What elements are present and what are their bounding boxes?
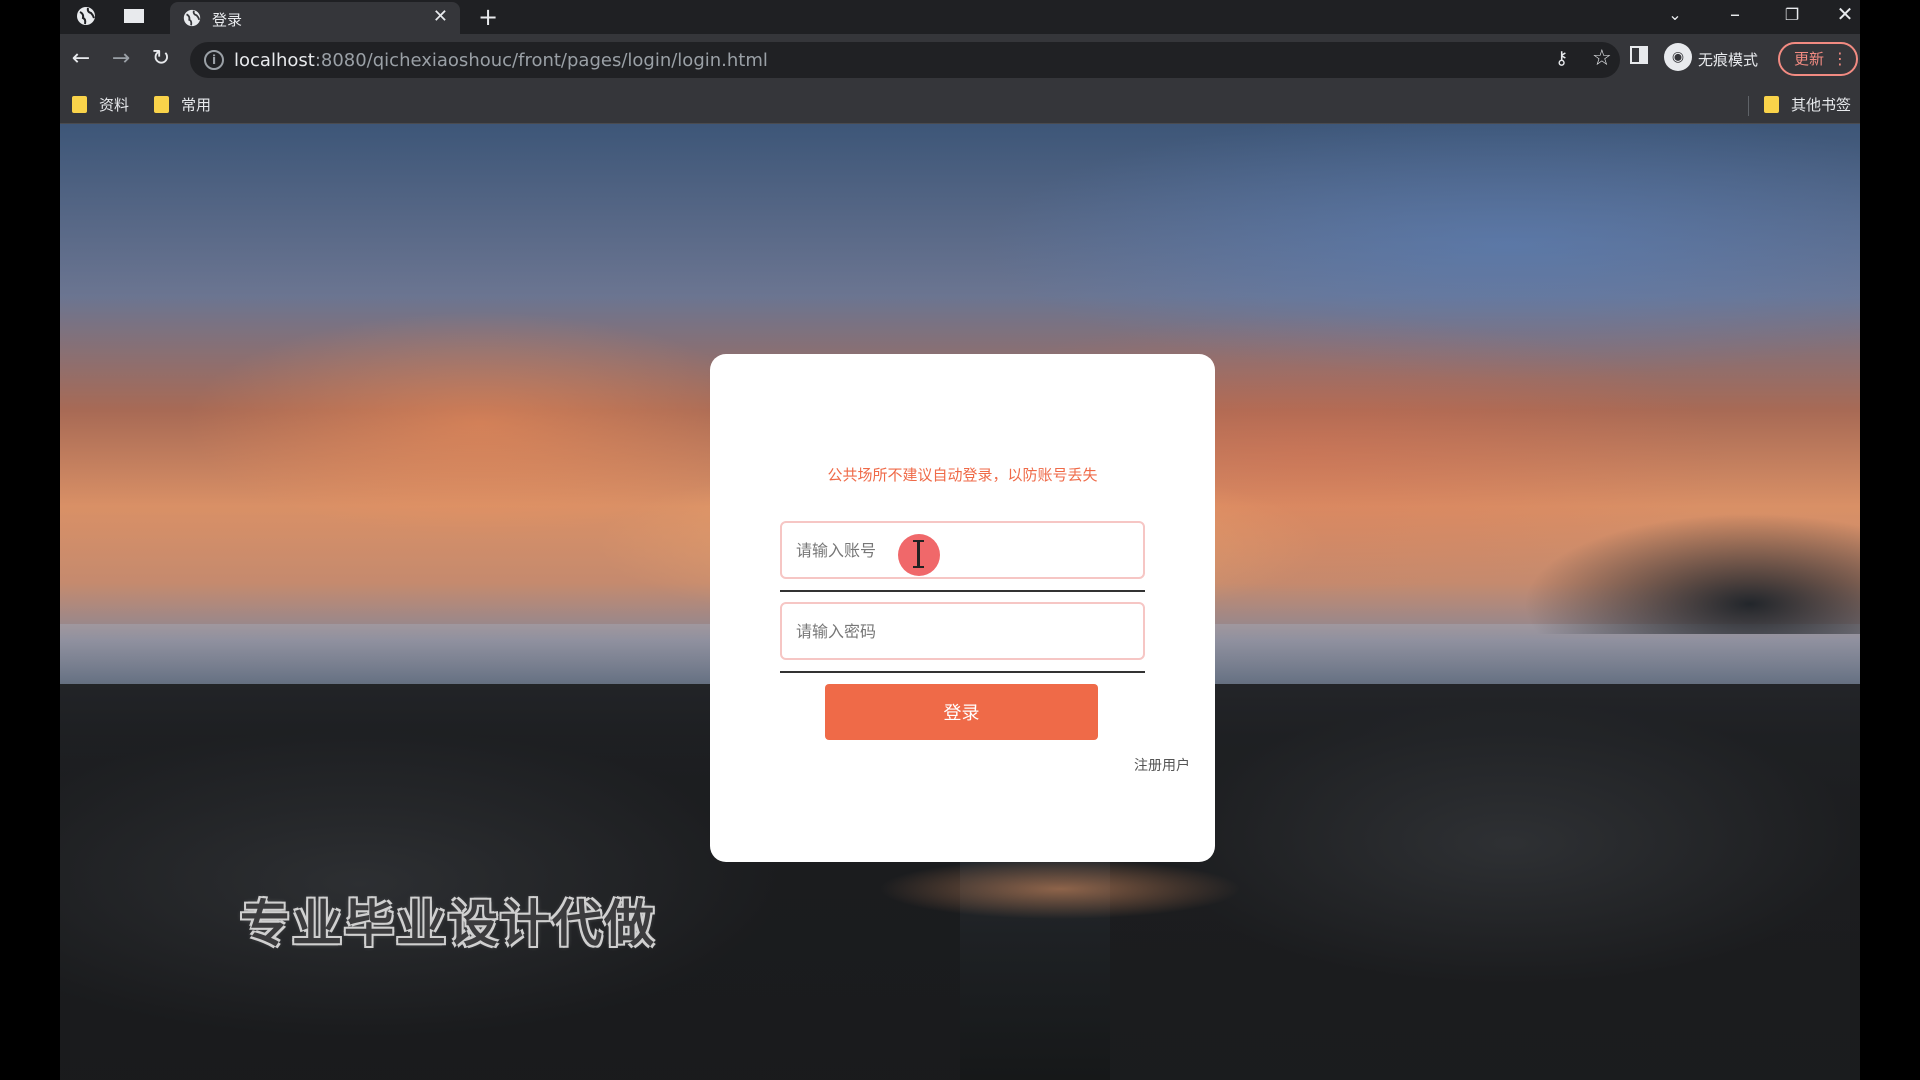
info-icon[interactable]: i bbox=[204, 50, 224, 70]
forward-icon[interactable]: → bbox=[106, 44, 136, 74]
background-headland bbox=[1490, 484, 1860, 634]
tab-login[interactable]: 登录 ✕ bbox=[170, 2, 460, 34]
browser-window: 登录 ✕ + ⌄ – ❐ ✕ ← → ↻ i localhost:8080/qi… bbox=[60, 0, 1860, 1080]
address-bar[interactable]: i localhost:8080/qichexiaoshouc/front/pa… bbox=[190, 42, 1620, 78]
login-page: 公共场所不建议自动登录，以防账号丢失 登录 注册用户 专业毕业设计代做 bbox=[60, 124, 1860, 1080]
bookmark-divider bbox=[1748, 96, 1749, 116]
bookmark-label: 资料 bbox=[99, 96, 130, 114]
update-label: 更新 bbox=[1794, 50, 1825, 68]
star-icon[interactable]: ☆ bbox=[1592, 46, 1612, 71]
tab-favicon-icon bbox=[182, 8, 202, 28]
account-field[interactable] bbox=[780, 521, 1145, 579]
new-tab-icon[interactable]: + bbox=[478, 3, 498, 31]
url-host: localhost bbox=[234, 50, 315, 71]
key-icon[interactable]: ⚷ bbox=[1555, 48, 1568, 69]
tab-title: 登录 bbox=[212, 11, 243, 29]
password-field[interactable] bbox=[780, 602, 1145, 660]
watermark-text: 专业毕业设计代做 bbox=[240, 895, 656, 953]
password-input[interactable] bbox=[782, 604, 1143, 658]
bookmark-folder-ziliao[interactable]: 资料 bbox=[72, 94, 129, 116]
login-button[interactable]: 登录 bbox=[825, 684, 1098, 740]
url-text: localhost:8080/qichexiaoshouc/front/page… bbox=[234, 50, 768, 71]
bookmark-label: 常用 bbox=[181, 96, 212, 114]
update-button[interactable]: 更新 ⋮ bbox=[1778, 42, 1858, 76]
window-icon[interactable] bbox=[122, 5, 146, 29]
incognito-label: 无痕模式 bbox=[1698, 51, 1759, 69]
url-path: :8080/qichexiaoshouc/front/pages/login/l… bbox=[314, 50, 768, 71]
minimize-icon[interactable]: – bbox=[1720, 2, 1750, 26]
login-notice: 公共场所不建议自动登录，以防账号丢失 bbox=[827, 466, 1098, 484]
account-input[interactable] bbox=[782, 523, 1143, 577]
folder-icon bbox=[72, 96, 87, 113]
account-underline bbox=[780, 590, 1145, 592]
login-card: 公共场所不建议自动登录，以防账号丢失 登录 注册用户 bbox=[710, 354, 1215, 862]
register-link[interactable]: 注册用户 bbox=[1134, 755, 1190, 775]
side-panel-icon[interactable] bbox=[1630, 46, 1648, 64]
reload-icon[interactable]: ↻ bbox=[146, 44, 176, 74]
window-close-icon[interactable]: ✕ bbox=[1830, 2, 1860, 26]
bookmarks-bar: 资料 常用 其他书签 bbox=[60, 86, 1860, 124]
chevron-down-icon[interactable]: ⌄ bbox=[1660, 5, 1690, 24]
globe-icon[interactable] bbox=[74, 5, 98, 29]
tab-strip: 登录 ✕ + ⌄ – ❐ ✕ bbox=[60, 0, 1860, 34]
other-bookmarks[interactable]: 其他书签 bbox=[1764, 94, 1851, 116]
back-icon[interactable]: ← bbox=[66, 44, 96, 74]
folder-icon bbox=[154, 96, 169, 113]
browser-toolbar: ← → ↻ i localhost:8080/qichexiaoshouc/fr… bbox=[60, 34, 1860, 86]
incognito-icon[interactable]: ◉ bbox=[1664, 43, 1692, 71]
bookmark-folder-changyong[interactable]: 常用 bbox=[154, 94, 211, 116]
folder-icon bbox=[1764, 96, 1779, 113]
other-bookmarks-label: 其他书签 bbox=[1791, 96, 1852, 114]
password-underline bbox=[780, 671, 1145, 673]
close-icon[interactable]: ✕ bbox=[433, 6, 448, 27]
restore-icon[interactable]: ❐ bbox=[1777, 5, 1807, 24]
text-cursor-icon bbox=[913, 540, 924, 568]
more-menu-icon[interactable]: ⋮ bbox=[1832, 44, 1848, 74]
